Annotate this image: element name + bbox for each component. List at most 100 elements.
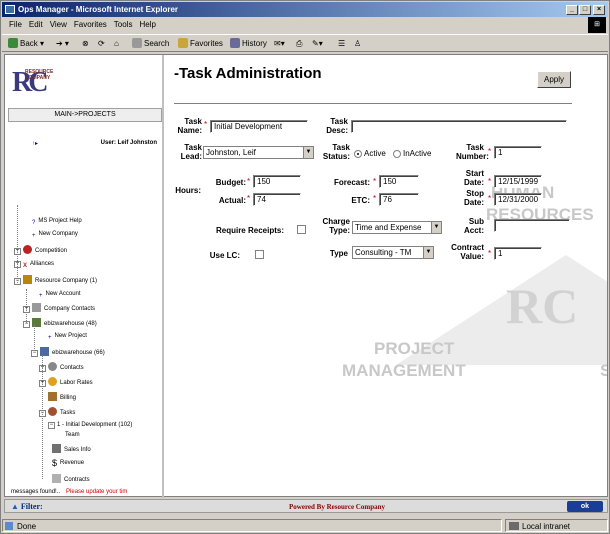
task-lead-label: Task Lead: (180, 143, 202, 161)
task-number-input[interactable]: 1 (494, 146, 542, 159)
filter-toggle[interactable]: ▲ Filter: (11, 501, 43, 513)
tree-item-company-contacts[interactable]: + Company Contacts (23, 303, 95, 314)
breadcrumb[interactable]: MAIN->PROJECTS (8, 108, 162, 122)
status-inactive-radio[interactable] (393, 150, 401, 158)
collapse-icon[interactable]: − (31, 350, 38, 357)
intranet-icon (509, 522, 519, 530)
tree-item-tasks[interactable]: − Tasks (39, 407, 75, 418)
task-lead-select[interactable]: Johnston, Leif ▼ (203, 146, 314, 159)
forward-button[interactable]: ➔ ▾ (56, 35, 69, 52)
search-icon (132, 38, 142, 48)
mail-icon[interactable]: ✉▾ (274, 35, 285, 52)
tree-item-sales-info[interactable]: Sales Info (52, 444, 91, 455)
tree-item-contacts[interactable]: + Contacts (39, 362, 84, 373)
favorites-button[interactable]: Favorites (178, 35, 223, 52)
etc-label: ETC: (351, 196, 370, 205)
menu-view[interactable]: View (50, 20, 67, 29)
status-active-radio[interactable] (354, 150, 362, 158)
require-receipts-label: Require Receipts: (215, 226, 284, 235)
status-bar: Done Local intranet (2, 518, 608, 533)
menu-favorites[interactable]: Favorites (74, 20, 107, 29)
competition-icon (23, 245, 32, 254)
tree-line (26, 289, 27, 323)
etc-input[interactable]: 76 (379, 193, 419, 206)
browser-window: Ops Manager - Microsoft Internet Explore… (0, 0, 610, 534)
actual-input[interactable]: 74 (253, 193, 301, 206)
task-desc-input[interactable] (351, 120, 567, 133)
update-warning[interactable]: Please update your tim (66, 489, 127, 495)
stop-date-label: Stop Date: (463, 189, 484, 207)
back-button[interactable]: Back ▾ (8, 35, 44, 52)
messenger-icon[interactable]: ♙ (354, 35, 361, 52)
tree-item-labor-rates[interactable]: + Labor Rates (39, 377, 93, 388)
menu-bar: File Edit View Favorites Tools Help ⊞ (2, 17, 608, 33)
filter-bar: ▲ Filter: Powered By Resource Company ok (4, 499, 608, 513)
tree-item-alliances[interactable]: + X Alliances (14, 260, 54, 271)
budget-input[interactable]: 150 (253, 175, 301, 188)
contacts-icon (32, 303, 41, 312)
contract-value-input[interactable]: 1 (494, 247, 542, 260)
refresh-icon[interactable]: ⟳ (98, 35, 105, 52)
plus-icon: + (32, 233, 36, 239)
print-icon[interactable]: ⎙ (296, 35, 302, 52)
menu-tools[interactable]: Tools (114, 20, 133, 29)
maximize-button[interactable]: □ (579, 5, 591, 15)
use-lc-checkbox[interactable] (255, 250, 264, 259)
menu-help[interactable]: Help (139, 20, 155, 29)
start-date-input[interactable]: 12/15/1999 (494, 175, 542, 188)
collapse-icon[interactable]: − (48, 422, 55, 429)
tree-item-new-company[interactable]: + New Company (32, 230, 78, 241)
contracts-icon (52, 474, 61, 483)
triangle-icon: ▲ (11, 502, 19, 511)
dollar-icon: $ (52, 458, 58, 468)
contract-value-label: Contract Value: (451, 243, 484, 261)
help-icon: ? (32, 220, 36, 226)
task-name-input[interactable]: Initial Development (210, 120, 308, 133)
tree-item-new-project[interactable]: + New Project (48, 332, 87, 343)
stop-icon[interactable]: ⊗ (82, 35, 89, 52)
tree-item-ms-project-help[interactable]: ? MS Project Help (32, 217, 82, 228)
tree-item-team[interactable]: Team (65, 431, 80, 440)
charge-type-select[interactable]: Time and Expense ▼ (352, 221, 442, 234)
search-button[interactable]: Search (132, 35, 169, 52)
required-mark: * (488, 249, 492, 258)
require-receipts-checkbox[interactable] (297, 225, 306, 234)
type-select[interactable]: Consulting - TM ▼ (352, 246, 434, 259)
apply-button[interactable]: Apply (537, 71, 571, 88)
required-mark: * (488, 194, 492, 203)
required-mark: * (204, 120, 208, 129)
watermark-text: S (600, 361, 607, 380)
sidebar: RC RESOURCE COMPANY MAIN->PROJECTS User: … (5, 55, 164, 498)
menu-edit[interactable]: Edit (29, 20, 43, 29)
menu-file[interactable]: File (9, 20, 22, 29)
sub-acct-input[interactable] (494, 219, 570, 232)
nav-arrows-icon[interactable]: ↑▸ (32, 140, 38, 149)
watermark-logo: RC (506, 278, 579, 334)
building-icon (23, 275, 32, 284)
home-icon[interactable]: ⌂ (114, 35, 119, 52)
forecast-input[interactable]: 150 (379, 175, 419, 188)
tree-item-new-account[interactable]: + New Account (39, 290, 81, 301)
status-inactive-label: InActive (403, 149, 432, 158)
type-label: Type (329, 249, 348, 258)
tree-item-revenue[interactable]: $ Revenue (52, 459, 84, 468)
history-button[interactable]: History (230, 35, 267, 52)
ie-icon (5, 5, 15, 14)
back-arrow-icon (8, 38, 18, 48)
status-active-label: Active (364, 149, 386, 158)
zone-pane: Local intranet (505, 519, 608, 532)
tree-item-initial-development[interactable]: −1 - Initial Development (102) (48, 421, 132, 430)
tree-item-billing[interactable]: Billing (48, 392, 76, 403)
ok-button[interactable]: ok (567, 501, 603, 512)
tree-item-resource-company[interactable]: − Resource Company (1) (14, 275, 97, 286)
edit-icon[interactable]: ✎▾ (312, 35, 323, 52)
close-button[interactable]: × (593, 5, 605, 15)
sub-acct-label: Sub Acct: (463, 217, 484, 235)
discuss-icon[interactable]: ☰ (338, 35, 345, 52)
minimize-button[interactable]: _ (566, 5, 578, 15)
tree-item-competition[interactable]: + Competition (14, 245, 67, 256)
task-name-label: Task Name: (177, 117, 202, 135)
stop-date-input[interactable]: 12/31/2000 (494, 193, 542, 206)
tree-item-contracts[interactable]: Contracts (52, 474, 90, 485)
history-icon (230, 38, 240, 48)
